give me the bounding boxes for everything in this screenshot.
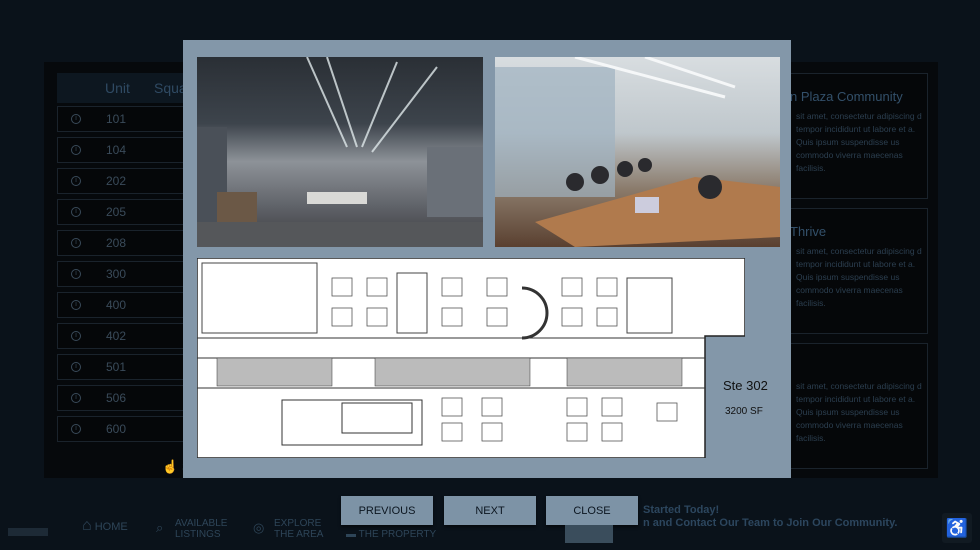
table-row[interactable]: i 506	[57, 385, 197, 411]
previous-button[interactable]: PREVIOUS	[341, 496, 433, 525]
info-icon[interactable]: i	[71, 424, 81, 434]
info-icon[interactable]: i	[71, 393, 81, 403]
table-row[interactable]: i 402	[57, 323, 197, 349]
nav-available-listings[interactable]: ⌕ AVAILABLE LISTINGS	[156, 518, 227, 540]
unit-number: 400	[106, 298, 127, 312]
unit-number: 208	[106, 236, 127, 250]
card-title: n Plaza Community	[790, 89, 903, 104]
footer-heading: Started Today!	[643, 504, 720, 516]
card-body: sit amet, consectetur adipiscing d tempo…	[796, 381, 922, 443]
nav-home[interactable]: ⌂ HOME	[82, 517, 128, 534]
unit-number: 104	[106, 143, 127, 157]
suite-modal: Ste 302 3200 SF	[183, 40, 791, 478]
nav-explore-area[interactable]: ◎ EXPLORE THE AREA	[253, 518, 323, 540]
touch-icon: ☝	[162, 459, 179, 474]
table-row[interactable]: i 104	[57, 137, 197, 163]
unit-number: 300	[106, 267, 127, 281]
table-row[interactable]: i 208	[57, 230, 197, 256]
info-icon[interactable]: i	[71, 207, 81, 217]
table-row[interactable]: i 202	[57, 168, 197, 194]
floor-plan	[197, 258, 745, 458]
table-row[interactable]: i 600	[57, 416, 197, 442]
table-row[interactable]: i 205	[57, 199, 197, 225]
meeting-illustration	[495, 57, 780, 247]
info-card: sit amet, consectetur adipiscing d tempo…	[780, 343, 928, 469]
col-square-feet: Squa	[154, 80, 187, 96]
table-row[interactable]: i 300	[57, 261, 197, 287]
next-button[interactable]: NEXT	[444, 496, 536, 525]
info-icon[interactable]: i	[71, 300, 81, 310]
unit-number: 506	[106, 391, 127, 405]
info-icon[interactable]: i	[71, 176, 81, 186]
unit-number: 202	[106, 174, 127, 188]
unit-number: 205	[106, 205, 127, 219]
close-button[interactable]: CLOSE	[546, 496, 638, 525]
qr-code	[565, 525, 613, 543]
logo	[8, 528, 48, 536]
info-icon[interactable]: i	[71, 145, 81, 155]
globe-icon: ◎	[253, 520, 265, 535]
office-illustration	[197, 57, 483, 247]
info-icon[interactable]: i	[71, 114, 81, 124]
table-row[interactable]: i 400	[57, 292, 197, 318]
search-icon: ⌕	[156, 520, 164, 535]
open-office-photo	[197, 57, 483, 247]
accessibility-button[interactable]: ♿	[942, 513, 972, 543]
info-card: Thrive sit amet, consectetur adipiscing d…	[780, 208, 928, 334]
info-icon[interactable]: i	[71, 331, 81, 341]
suite-number: Ste 302	[723, 378, 768, 393]
info-icon[interactable]: i	[71, 238, 81, 248]
nav-the-property[interactable]: ▬ THE PROPERTY	[346, 529, 436, 540]
unit-number: 402	[106, 329, 127, 343]
footer-subtext: n and Contact Our Team to Join Our Commu…	[643, 517, 898, 529]
home-icon: ⌂	[82, 517, 92, 534]
col-unit: Unit	[105, 80, 130, 96]
table-header: Unit Squa	[57, 73, 197, 103]
suite-area: 3200 SF	[725, 406, 763, 417]
table-row[interactable]: i 501	[57, 354, 197, 380]
conference-room-photo	[495, 57, 780, 247]
wheelchair-icon: ♿	[945, 518, 969, 538]
info-card: n Plaza Community sit amet, consectetur a…	[780, 73, 928, 199]
table-row[interactable]: i 101	[57, 106, 197, 132]
card-body: sit amet, consectetur adipiscing d tempo…	[796, 246, 922, 308]
card-title: Thrive	[790, 224, 827, 239]
unit-number: 501	[106, 360, 127, 374]
info-icon[interactable]: i	[71, 269, 81, 279]
info-icon[interactable]: i	[71, 362, 81, 372]
card-body: sit amet, consectetur adipiscing d tempo…	[796, 111, 922, 173]
unit-number: 600	[106, 422, 127, 436]
building-icon: ▬	[346, 529, 356, 540]
unit-number: 101	[106, 112, 127, 126]
